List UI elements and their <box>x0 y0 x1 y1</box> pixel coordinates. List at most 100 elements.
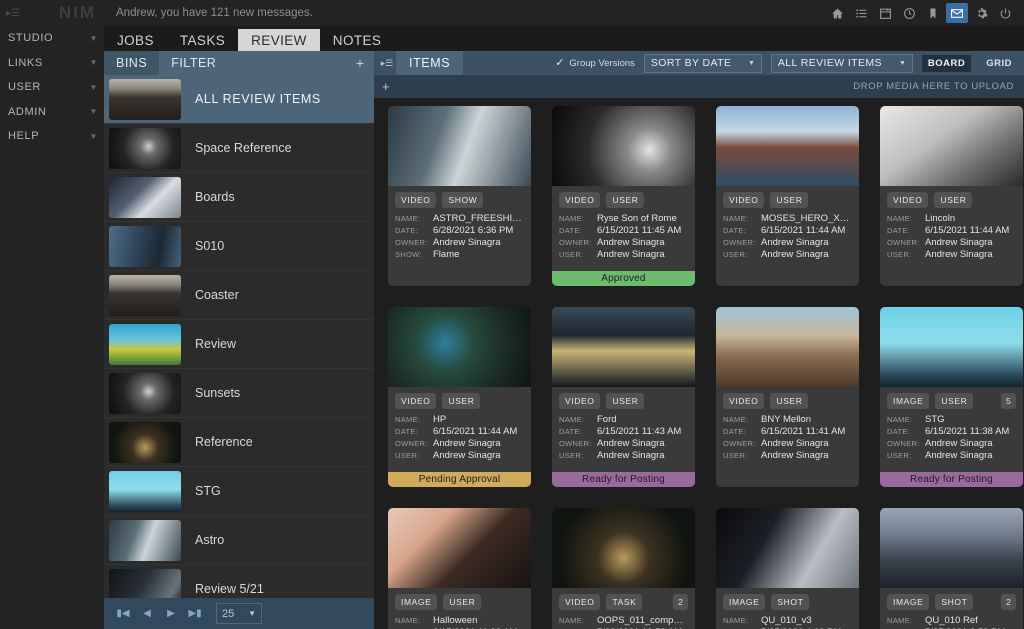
card-field-value: Andrew Sinagra <box>925 450 993 461</box>
group-versions-checkbox[interactable]: ✓ Group Versions <box>555 57 635 69</box>
card-field-label: USER: <box>723 451 748 460</box>
bin-thumbnail <box>109 568 181 598</box>
nav-item-help[interactable]: HELP ▼ <box>0 124 104 149</box>
card-field-label: NAME: <box>559 214 585 223</box>
card-field-row: OWNER: Andrew Sinagra <box>887 438 1016 449</box>
bin-label: Review <box>195 337 236 351</box>
card-thumbnail <box>716 106 859 186</box>
tab-notes[interactable]: NOTES <box>320 29 395 51</box>
bin-list-item[interactable]: S010 <box>104 222 374 271</box>
chevron-down-icon: ▼ <box>89 58 98 68</box>
nav-item-studio[interactable]: STUDIO ▼ <box>0 26 104 51</box>
page-size-select[interactable]: 25 ▼ <box>216 603 262 624</box>
clock-icon[interactable] <box>898 3 920 23</box>
bins-tab-bins[interactable]: BINS <box>104 51 160 75</box>
gear-icon[interactable] <box>970 3 992 23</box>
nav-item-label: HELP <box>8 130 40 143</box>
next-page-icon[interactable]: ▶ <box>164 608 178 619</box>
card-field-value: 6/15/2021 11:41 AM <box>761 426 846 437</box>
card-field-row: NAME: BNY Mellon <box>723 414 852 425</box>
card-field-label: OWNER: <box>395 238 428 247</box>
add-bin-button[interactable]: + <box>346 51 374 75</box>
view-grid-button[interactable]: GRID <box>980 55 1018 72</box>
tab-tasks[interactable]: TASKS <box>167 29 238 51</box>
sort-select[interactable]: SORT BY DATE ▼ <box>643 53 762 73</box>
bin-list-item[interactable]: Reference <box>104 418 374 467</box>
review-item-card[interactable]: IMAGEUSERNAME:HalloweenDATE:6/15/2021 11… <box>388 508 531 629</box>
review-item-card[interactable]: VIDEO USER NAME: Ford DATE: 6/15/2021 11:43 A… <box>552 307 695 487</box>
nav-item-admin[interactable]: ADMIN ▼ <box>0 100 104 125</box>
card-field-value: Halloween <box>433 615 478 626</box>
last-page-icon[interactable]: ▶▮ <box>188 608 202 619</box>
card-field-value: OOPS_011_comp_v10_fl... <box>597 615 688 626</box>
tab-review[interactable]: REVIEW <box>238 29 320 51</box>
bin-list-item[interactable]: Review 5/21 <box>104 565 374 598</box>
list-icon[interactable] <box>850 3 872 23</box>
nav-item-links[interactable]: LINKS ▼ <box>0 51 104 76</box>
card-field-label: USER: <box>559 250 584 259</box>
card-field-value: Flame <box>433 249 460 260</box>
bin-list-item[interactable]: Sunsets <box>104 369 374 418</box>
panel-collapse-icon[interactable]: ▸☰ <box>378 58 396 69</box>
home-icon[interactable] <box>826 3 848 23</box>
bin-list-item[interactable]: Coaster <box>104 271 374 320</box>
review-item-card[interactable]: VIDEO USER NAME: BNY Mellon DATE: 6/15/2021 1… <box>716 307 859 487</box>
bin-list-item[interactable]: Astro <box>104 516 374 565</box>
review-item-card[interactable]: IMAGESHOTNAME:QU_010_v3DATE:5/25/2021 4:… <box>716 508 859 629</box>
power-icon[interactable] <box>994 3 1016 23</box>
card-field-value: Andrew Sinagra <box>761 237 829 248</box>
page-size-value: 25 <box>222 607 235 620</box>
card-thumbnail <box>716 307 859 387</box>
tab-label: JOBS <box>117 32 154 48</box>
panel-collapse-icon[interactable]: ▸☰ <box>0 0 26 26</box>
card-field-label: DATE: <box>887 427 911 436</box>
prev-page-icon[interactable]: ◀ <box>140 608 154 619</box>
review-item-card[interactable]: IMAGE USER 5 NAME: STG DATE: 6/15/2021 11:38 A… <box>880 307 1023 487</box>
bin-label: Space Reference <box>195 141 292 155</box>
bookmark-icon[interactable] <box>922 3 944 23</box>
bin-list-item[interactable]: STG <box>104 467 374 516</box>
card-field-row: OWNER: Andrew Sinagra <box>559 237 688 248</box>
drop-media-text: DROP MEDIA HERE TO UPLOAD <box>853 81 1014 92</box>
card-tag: USER <box>935 393 974 409</box>
filter-select[interactable]: ALL REVIEW ITEMS ▼ <box>770 53 913 73</box>
nav-item-user[interactable]: USER ▼ <box>0 75 104 100</box>
calendar-icon[interactable] <box>874 3 896 23</box>
bin-list-item[interactable]: Review <box>104 320 374 369</box>
card-field-row: USER: Andrew Sinagra <box>723 249 852 260</box>
mail-icon[interactable] <box>946 3 968 23</box>
card-tag-row: IMAGE USER 5 <box>887 393 1016 409</box>
review-item-card[interactable]: IMAGESHOT2NAME:QU_010 RefDATE:5/25/2021 … <box>880 508 1023 629</box>
card-tag: IMAGE <box>723 594 766 610</box>
card-field-row: DATE: 6/15/2021 11:44 AM <box>887 225 1016 236</box>
card-field-row: DATE: 6/15/2021 11:41 AM <box>723 426 852 437</box>
review-item-card[interactable]: VIDEO USER NAME: Ryse Son of Rome DATE: 6/15/… <box>552 106 695 286</box>
review-item-card[interactable]: VIDEOUSERNAME:MOSES_HERO_XCTS_14...DATE:… <box>716 106 859 286</box>
tab-jobs[interactable]: JOBS <box>104 29 167 51</box>
card-field-value: Andrew Sinagra <box>597 237 665 248</box>
add-item-button[interactable]: + <box>382 79 390 94</box>
card-field-row: OWNER: Andrew Sinagra <box>723 438 852 449</box>
bin-list-item[interactable]: Boards <box>104 173 374 222</box>
card-field-value: BNY Mellon <box>761 414 811 425</box>
review-item-card[interactable]: VIDEO USER NAME: HP DATE: 6/15/2021 11:44 AM O… <box>388 307 531 487</box>
bin-label: STG <box>195 484 221 498</box>
group-versions-label: Group Versions <box>569 57 635 69</box>
review-item-card[interactable]: VIDEO SHOW NAME: ASTRO_FREESHIPPING DATE: 6/2… <box>388 106 531 286</box>
card-tag: USER <box>934 192 973 208</box>
view-board-button[interactable]: BOARD <box>921 54 972 72</box>
review-item-card[interactable]: VIDEOTASK2NAME:OOPS_011_comp_v10_fl...DA… <box>552 508 695 629</box>
tab-label: REVIEW <box>251 32 307 48</box>
bin-list-item[interactable]: Space Reference <box>104 124 374 173</box>
card-field-value: 6/15/2021 11:44 AM <box>433 426 518 437</box>
card-field-value: ASTRO_FREESHIPPING <box>433 213 524 224</box>
bin-list-item[interactable]: ALL REVIEW ITEMS <box>104 75 374 124</box>
card-tag-row: VIDEO USER <box>723 393 852 409</box>
left-nav: STUDIO ▼ LINKS ▼ USER ▼ ADMIN ▼ HELP ▼ <box>0 26 104 629</box>
main-tab-bar: JOBS TASKS REVIEW NOTES <box>104 26 1024 51</box>
card-field-row: OWNER: Andrew Sinagra <box>559 438 688 449</box>
bins-tab-filter[interactable]: FILTER <box>159 51 228 75</box>
first-page-icon[interactable]: ▮◀ <box>116 608 130 619</box>
bin-label: Review 5/21 <box>195 582 264 596</box>
review-item-card[interactable]: VIDEO USER NAME: Lincoln DATE: 6/15/2021 11:4… <box>880 106 1023 286</box>
